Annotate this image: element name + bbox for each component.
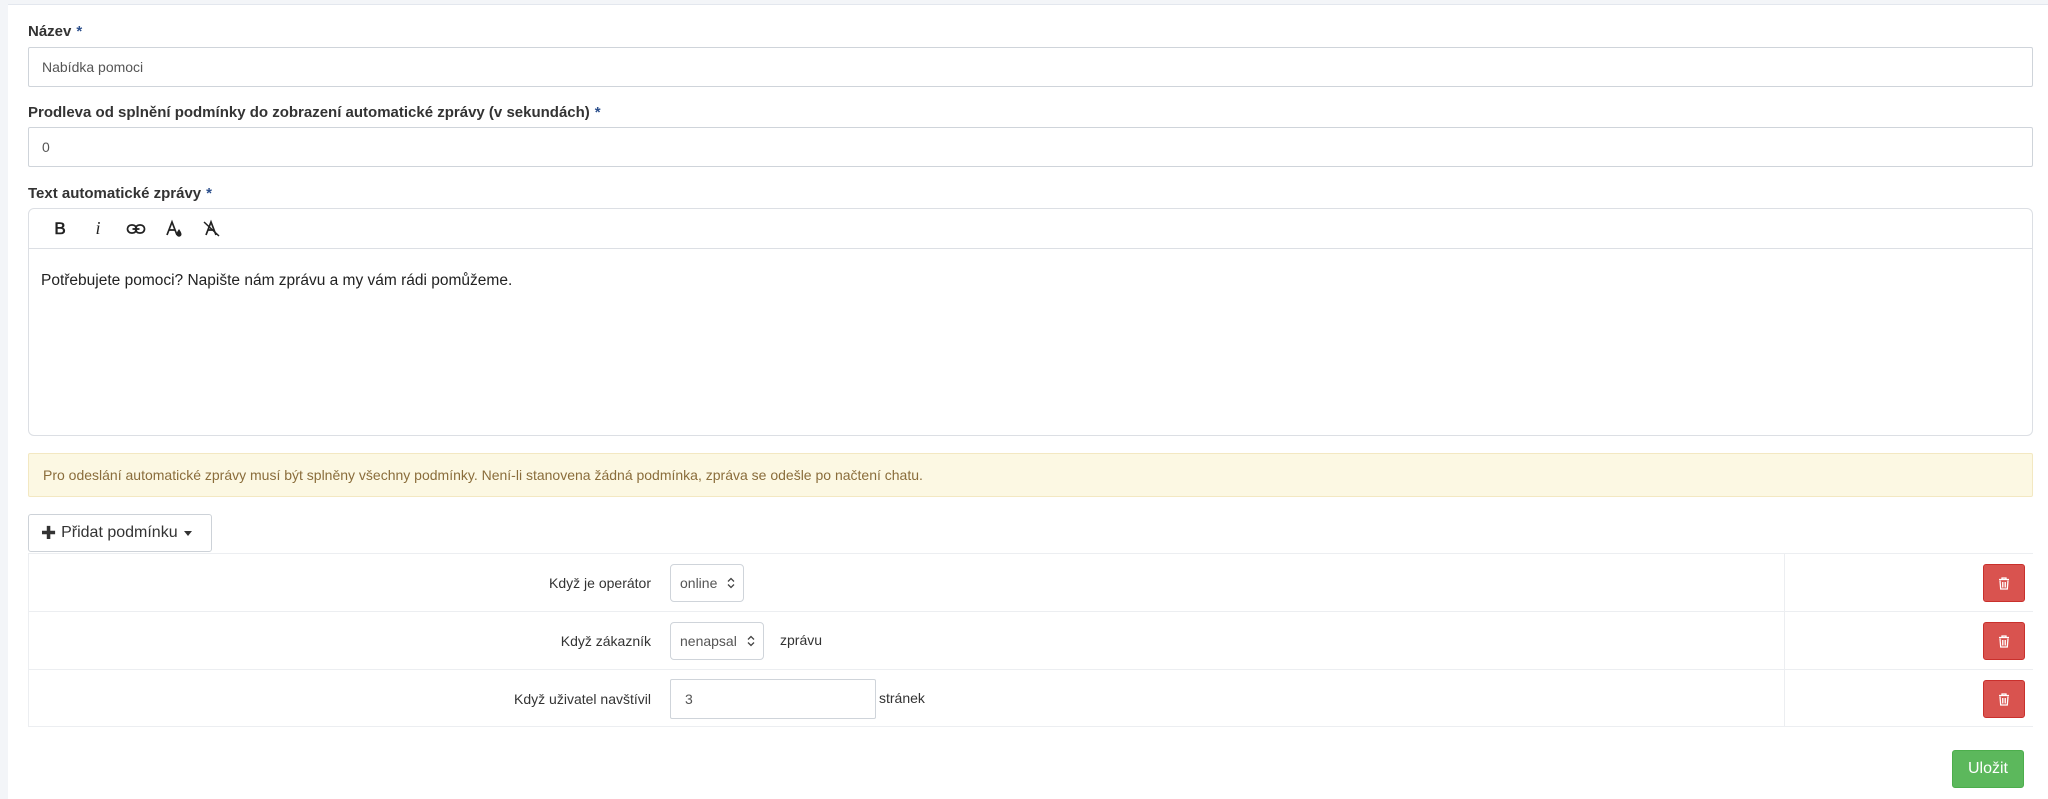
condition-row-pages-visited: Když uživatel navštívil 3 stránek [28,669,2033,727]
caret-down-icon [183,530,192,536]
rich-text-editor: B i Potřebujete pomoci? Napište nám zprá… [28,208,2033,436]
editor-content[interactable]: Potřebujete pomoci? Napište nám zprávu a… [29,249,2032,313]
row-divider [28,670,29,726]
conditions-info-alert: Pro odeslání automatické zprávy musí být… [28,453,2033,497]
row-divider [1784,612,1785,669]
add-condition-button[interactable]: ✚ Přidat podmínku [28,514,212,552]
required-mark: * [76,23,83,40]
bold-button[interactable]: B [41,213,79,245]
bold-icon: B [54,218,66,238]
condition-label: Když je operátor [549,575,651,591]
customer-message-select[interactable]: nenapsal [670,622,764,660]
editor-toolbar: B i [29,209,2032,249]
condition-row-customer: Když zákazník nenapsal zprávu [28,611,2033,669]
row-divider [1784,670,1785,726]
trash-icon [1999,576,2009,590]
condition-suffix: zprávu [780,632,823,648]
form-panel: Název * Nabídka pomoci Prodleva od splněn… [8,4,2048,799]
name-input[interactable]: Nabídka pomoci [28,47,2033,87]
condition-suffix: stránek [879,690,925,706]
italic-icon: i [95,218,101,238]
link-button[interactable] [117,213,155,245]
text-color-icon [166,219,182,237]
required-mark: * [206,185,212,202]
name-label: Název * [28,23,83,40]
pages-visited-input[interactable]: 3 [670,679,876,719]
condition-label: Když zákazník [560,633,651,649]
trash-icon [1999,692,2009,706]
row-divider [1784,554,1785,611]
select-arrows-icon [727,577,735,589]
text-color-button[interactable] [155,213,193,245]
condition-row-operator: Když je operátor online [28,553,2033,611]
operator-status-select[interactable]: online [670,564,745,602]
plus-icon: ✚ [41,523,57,543]
clear-format-button[interactable] [193,213,231,245]
italic-button[interactable]: i [79,213,117,245]
delete-condition-button[interactable] [1983,564,2025,602]
save-button[interactable]: Uložit [1952,750,2024,788]
message-label: Text automatické zprávy * [28,185,212,202]
delay-label: Prodleva od splnění podmínky do zobrazen… [28,104,601,121]
delete-condition-button[interactable] [1983,622,2025,660]
clear-format-icon [203,219,220,237]
trash-icon [1999,634,2009,648]
required-mark: * [594,104,601,121]
row-divider [28,554,29,611]
select-arrows-icon [747,635,755,647]
condition-label: Když uživatel navštívil [514,691,651,707]
row-divider [28,612,29,669]
link-icon [126,223,146,234]
delay-input[interactable]: 0 [28,127,2033,167]
delete-condition-button[interactable] [1983,680,2025,718]
